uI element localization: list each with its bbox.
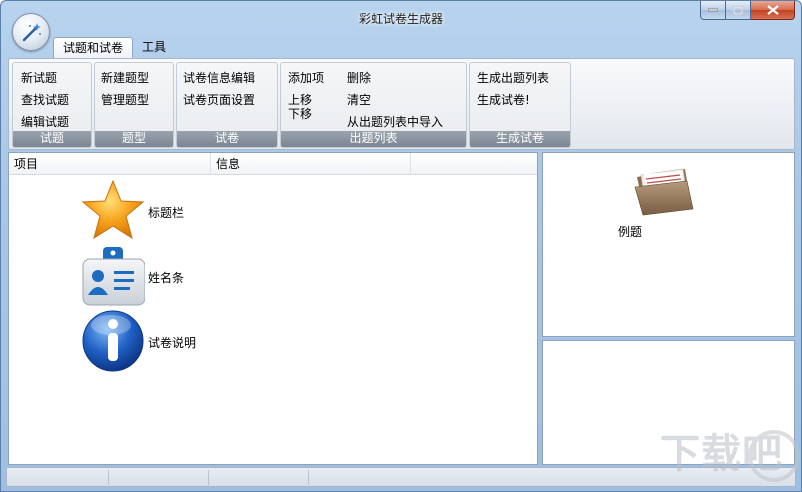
list-item[interactable]: 标题栏 [81,179,221,243]
column-header-info[interactable]: 信息 [211,153,411,175]
group-label-generate: 生成试卷 [470,131,570,147]
title-bar[interactable]: 彩虹试卷生成器 [1,1,801,35]
status-cell [7,470,109,485]
tab-tools[interactable]: 工具 [133,37,175,59]
window-controls [700,1,795,20]
column-header-empty[interactable] [411,153,537,175]
group-label-questions: 试题 [13,131,91,147]
new-question-type-button[interactable]: 新建题型 [101,71,149,85]
ribbon-tabs: 试题和试卷 工具 [53,37,175,59]
maximize-icon [733,5,743,15]
folder-files-icon [634,168,694,216]
add-item-button[interactable]: 添加项 [288,71,324,85]
list-item[interactable]: 姓名条 [81,245,221,307]
group-label-question-list: 出题列表 [281,131,466,147]
close-icon [766,5,779,15]
tab-questions-papers[interactable]: 试题和试卷 [53,37,134,59]
example-preview-panel[interactable]: 例题 [542,152,795,337]
watermark-logo: 下载吧 [656,416,801,486]
minimize-icon [708,8,718,12]
new-question-button[interactable]: 新试题 [21,71,57,85]
minimize-button[interactable] [700,1,726,20]
delete-button[interactable]: 删除 [347,71,371,85]
item-list-panel[interactable]: 项目 信息 标题栏 姓名条 试卷说明 [8,152,538,465]
app-window: 彩虹试卷生成器 试题和试卷 工具 新试题 查找试题 编辑试题 试题 新建题型 管… [0,0,802,492]
ribbon-group-question-types: 新建题型 管理题型 题型 [94,62,174,148]
status-cell [109,470,209,485]
star-icon [81,179,145,240]
find-question-button[interactable]: 查找试题 [21,93,69,107]
status-cell [209,470,309,485]
info-icon [82,310,144,372]
generate-paper-button[interactable]: 生成试卷! [477,93,530,107]
column-header-item[interactable]: 项目 [9,153,211,175]
paper-page-setup-button[interactable]: 试卷页面设置 [183,93,255,107]
list-item[interactable]: 试卷说明 [81,309,231,373]
example-label: 例题 [618,225,643,239]
group-label-paper: 试卷 [177,131,277,147]
paper-info-edit-button[interactable]: 试卷信息编辑 [183,71,255,85]
list-header: 项目 信息 [9,153,537,175]
list-item-label: 标题栏 [148,206,185,220]
list-item-label: 姓名条 [148,271,185,285]
magic-wand-icon [22,23,41,42]
ribbon-group-question-list: 添加项 删除 上移 清空 下移 从出题列表中导入 出题列表 [280,62,467,148]
ribbon-group-generate: 生成出题列表 生成试卷! 生成试卷 [469,62,571,148]
edit-question-button[interactable]: 编辑试题 [21,115,69,129]
watermark-text: 下载吧 [660,431,783,477]
import-from-list-button[interactable]: 从出题列表中导入 [347,115,443,129]
name-badge-icon [82,247,145,306]
app-menu-button[interactable] [12,13,50,51]
ribbon-group-questions: 新试题 查找试题 编辑试题 试题 [12,62,92,148]
manage-question-types-button[interactable]: 管理题型 [101,93,149,107]
close-button[interactable] [751,1,795,20]
move-down-button[interactable]: 下移 [288,107,312,121]
ribbon: 新试题 查找试题 编辑试题 试题 新建题型 管理题型 题型 试卷信息编辑 试卷页… [8,58,795,150]
clear-button[interactable]: 清空 [347,93,371,107]
ribbon-group-paper: 试卷信息编辑 试卷页面设置 试卷 [176,62,278,148]
generate-list-button[interactable]: 生成出题列表 [477,71,549,85]
group-label-question-types: 题型 [95,131,173,147]
move-up-button[interactable]: 上移 [288,93,312,107]
window-title: 彩虹试卷生成器 [358,12,443,26]
list-item-label: 试卷说明 [148,336,197,350]
maximize-button[interactable] [726,1,751,20]
